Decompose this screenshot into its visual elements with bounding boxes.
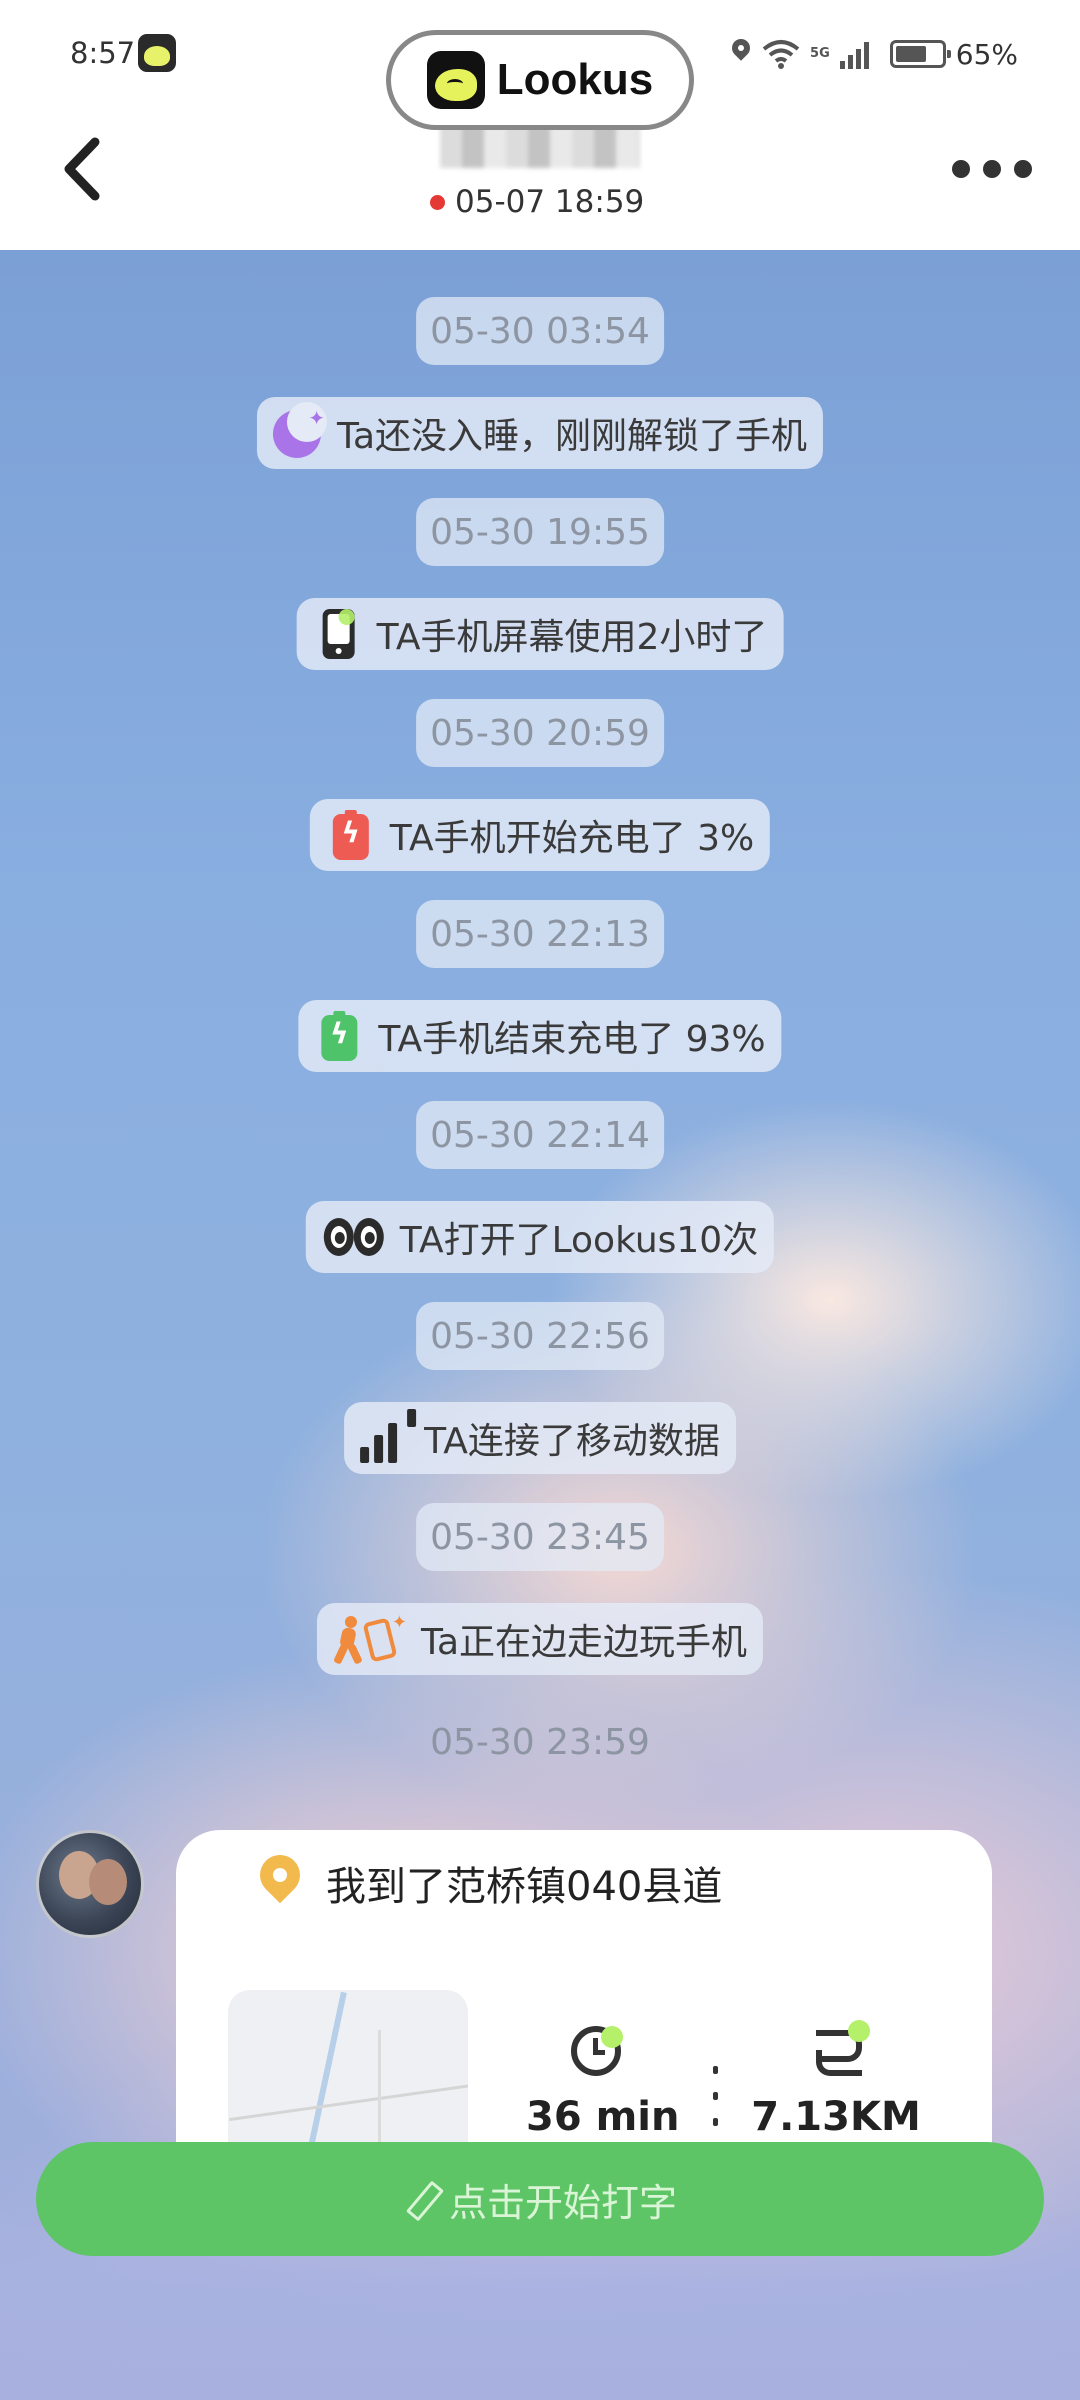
activity-event[interactable]: ϟ TA手机结束充电了 93% bbox=[298, 1000, 782, 1072]
battery-icon bbox=[889, 40, 951, 68]
battery-charging-red-icon: ϟ bbox=[326, 810, 376, 860]
route-icon bbox=[810, 2020, 870, 2076]
wifi-icon bbox=[762, 39, 800, 69]
activity-event[interactable]: ✦ Ta正在边走边玩手机 bbox=[316, 1603, 764, 1675]
chevron-left-icon bbox=[64, 137, 100, 201]
event-text: TA打开了Lookus10次 bbox=[399, 1220, 759, 1261]
status-time: 8:57 bbox=[70, 36, 136, 70]
more-dot-icon bbox=[1014, 160, 1032, 178]
signal-bars-icon bbox=[360, 1409, 417, 1463]
activity-event[interactable]: ✦ Ta还没入睡，刚刚解锁了手机 bbox=[256, 397, 824, 469]
status-indicators: 5G 65% bbox=[730, 32, 1018, 76]
event-text: TA手机屏幕使用2小时了 bbox=[376, 617, 768, 658]
timestamp-pill: 05-30 03:54 bbox=[416, 297, 664, 365]
activity-event[interactable]: TA打开了Lookus10次 bbox=[305, 1201, 775, 1273]
more-dot-icon bbox=[952, 160, 970, 178]
activity-event[interactable]: TA连接了移动数据 bbox=[344, 1402, 736, 1474]
location-icon bbox=[730, 39, 752, 69]
location-card-header: 我到了范桥镇040县道 bbox=[258, 1854, 722, 1912]
brand-badge: Lookus bbox=[386, 30, 694, 130]
chat-feed[interactable]: 05-30 03:54 ✦ Ta还没入睡，刚刚解锁了手机 05-30 19:55… bbox=[0, 250, 1080, 2400]
lookus-notification-icon bbox=[138, 34, 176, 72]
last-online-time: 05-07 18:59 bbox=[455, 184, 645, 220]
event-text: TA连接了移动数据 bbox=[424, 1421, 720, 1462]
clock-icon bbox=[571, 2026, 623, 2076]
brand-name: Lookus bbox=[496, 55, 654, 104]
eyes-icon bbox=[322, 1212, 386, 1262]
activity-event[interactable]: ϟ TA手机开始充电了 3% bbox=[309, 799, 771, 871]
lookus-logo-icon bbox=[426, 51, 485, 109]
timestamp-pill: 05-30 23:45 bbox=[416, 1503, 664, 1571]
status-dot-icon bbox=[430, 194, 445, 210]
walking-phone-icon: ✦ bbox=[333, 1612, 407, 1665]
start-typing-label: 点击开始打字 bbox=[448, 2180, 677, 2225]
more-options-button[interactable] bbox=[952, 156, 1032, 182]
phone-icon bbox=[313, 609, 363, 659]
location-text: 我到了范桥镇040县道 bbox=[326, 1864, 723, 1910]
battery-percentage: 65% bbox=[955, 37, 1018, 71]
last-online-status: 05-07 18:59 bbox=[430, 184, 644, 220]
back-button[interactable] bbox=[55, 134, 115, 204]
avatar[interactable] bbox=[36, 1830, 144, 1938]
event-text: Ta正在边走边玩手机 bbox=[420, 1622, 748, 1663]
network-type-label: 5G bbox=[810, 46, 830, 61]
moon-icon: ✦ bbox=[272, 402, 327, 458]
cellular-signal-icon bbox=[839, 39, 880, 69]
map-pin-icon bbox=[258, 1855, 302, 1911]
timestamp-pill: 05-30 23:59 bbox=[430, 1721, 650, 1763]
event-text: TA手机结束充电了 93% bbox=[378, 1019, 766, 1060]
more-dot-icon bbox=[983, 160, 1001, 178]
duration-stat: 36 min bbox=[526, 2026, 680, 2140]
event-text: Ta还没入睡，刚刚解锁了手机 bbox=[336, 416, 808, 457]
timestamp-pill: 05-30 22:14 bbox=[416, 1101, 664, 1169]
start-typing-button[interactable]: 点击开始打字 bbox=[36, 2142, 1044, 2256]
chat-header: 05-07 18:59 bbox=[0, 110, 1080, 250]
event-text: TA手机开始充电了 3% bbox=[389, 818, 755, 859]
distance-stat: 7.13KM bbox=[746, 2020, 926, 2140]
distance-value: 7.13KM bbox=[751, 2094, 921, 2140]
battery-charging-green-icon: ϟ bbox=[314, 1011, 364, 1061]
timestamp-pill: 05-30 22:56 bbox=[416, 1302, 664, 1370]
timestamp-pill: 05-30 22:13 bbox=[416, 900, 664, 968]
timestamp-pill: 05-30 19:55 bbox=[416, 498, 664, 566]
duration-value: 36 min bbox=[526, 2094, 680, 2140]
pencil-icon bbox=[403, 2181, 439, 2217]
timestamp-pill: 05-30 20:59 bbox=[416, 699, 664, 767]
stat-divider bbox=[712, 2066, 718, 2126]
activity-event[interactable]: TA手机屏幕使用2小时了 bbox=[296, 598, 784, 670]
